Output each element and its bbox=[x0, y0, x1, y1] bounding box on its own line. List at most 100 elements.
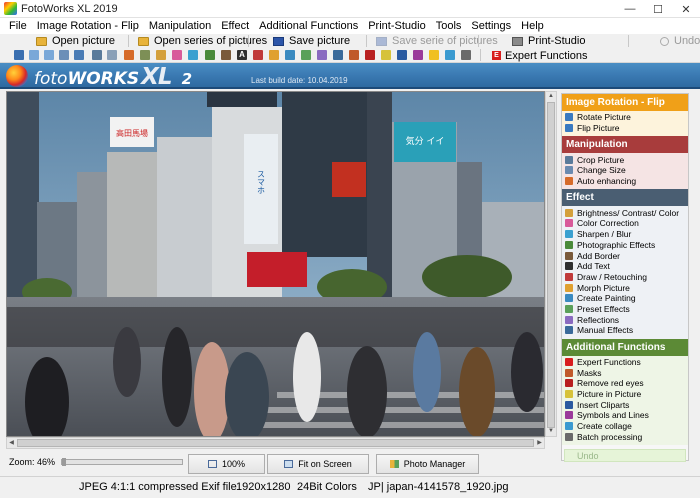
brightness-icon[interactable] bbox=[156, 50, 166, 60]
magic-wand-icon[interactable] bbox=[124, 50, 134, 60]
section-effect[interactable]: Effect bbox=[562, 189, 688, 207]
auto-enhancing-item[interactable]: Auto enhancing bbox=[562, 176, 688, 187]
menu-print-studio[interactable]: Print-Studio bbox=[363, 20, 430, 32]
open-picture-button[interactable]: Open picture bbox=[36, 34, 115, 48]
picture-in-picture-item[interactable]: Picture in Picture bbox=[562, 389, 688, 400]
preset-icon[interactable] bbox=[301, 50, 311, 60]
scroll-right-icon[interactable]: ▶ bbox=[535, 438, 544, 448]
menu-tools[interactable]: Tools bbox=[431, 20, 467, 32]
expert-functions-item[interactable]: Expert Functions bbox=[562, 357, 688, 368]
grid-icon[interactable] bbox=[74, 50, 84, 60]
save-series-button[interactable]: Save serie of pictures bbox=[376, 34, 498, 48]
manual-effects-item[interactable]: Manual Effects bbox=[562, 325, 688, 336]
morph-picture-item[interactable]: Morph Picture bbox=[562, 282, 688, 293]
mask-icon bbox=[565, 368, 573, 377]
clipart-icon[interactable] bbox=[397, 50, 407, 60]
scroll-down-icon[interactable]: ▼ bbox=[546, 427, 556, 436]
horizontal-scrollbar[interactable]: ◀ ▶ bbox=[6, 437, 545, 449]
app-icon bbox=[4, 2, 17, 15]
item-label: Color Correction bbox=[577, 218, 639, 229]
item-label: Masks bbox=[577, 367, 602, 378]
scroll-up-icon[interactable]: ▲ bbox=[546, 92, 556, 101]
menu-additional-functions[interactable]: Additional Functions bbox=[254, 20, 363, 32]
section-additional-functions[interactable]: Additional Functions bbox=[562, 338, 688, 356]
star-icon[interactable] bbox=[429, 50, 439, 60]
save-picture-button[interactable]: Save picture bbox=[273, 34, 350, 48]
vertical-scrollbar[interactable]: ▲ ▼ bbox=[545, 91, 557, 437]
add-border-item[interactable]: Add Border bbox=[562, 250, 688, 261]
symbols-lines-item[interactable]: Symbols and Lines bbox=[562, 410, 688, 421]
minimize-button[interactable]: — bbox=[616, 0, 644, 18]
remove-red-eyes-item[interactable]: Remove red eyes bbox=[562, 378, 688, 389]
vertical-scroll-thumb[interactable] bbox=[547, 102, 555, 428]
preset-icon bbox=[565, 304, 573, 313]
rotate-left-icon[interactable] bbox=[29, 50, 39, 60]
sharpen-icon bbox=[565, 230, 573, 239]
reflections-item[interactable]: Reflections bbox=[562, 314, 688, 325]
section-manipulation[interactable]: Manipulation bbox=[562, 136, 688, 154]
batch-icon[interactable] bbox=[461, 50, 471, 60]
section-image-rotation[interactable]: Image Rotation - Flip bbox=[562, 94, 688, 111]
picture-in-picture-icon[interactable] bbox=[381, 50, 391, 60]
title-bar: FotoWorks XL 2019 — ☐ ✕ bbox=[0, 0, 700, 18]
flip-picture-item[interactable]: Flip Picture bbox=[562, 123, 688, 134]
sharpen-icon[interactable] bbox=[188, 50, 198, 60]
photo-canvas[interactable]: 高田馬場 スマホ 気分 イイ bbox=[6, 91, 545, 437]
brightness-item[interactable]: Brightness/ Contrast/ Color bbox=[562, 207, 688, 218]
add-text-item[interactable]: Add Text bbox=[562, 261, 688, 272]
color-icon[interactable] bbox=[172, 50, 182, 60]
expert-functions-button[interactable]: E Expert Functions bbox=[492, 48, 588, 63]
border-icon[interactable] bbox=[221, 50, 231, 60]
preset-effects-item[interactable]: Preset Effects bbox=[562, 304, 688, 315]
create-painting-item[interactable]: Create Painting bbox=[562, 293, 688, 304]
masks-item[interactable]: Masks bbox=[562, 367, 688, 378]
photographic-effects-item[interactable]: Photographic Effects bbox=[562, 240, 688, 251]
mask-icon[interactable] bbox=[349, 50, 359, 60]
effects-icon[interactable] bbox=[205, 50, 215, 60]
insert-cliparts-item[interactable]: Insert Cliparts bbox=[562, 399, 688, 410]
red-eye-icon[interactable] bbox=[365, 50, 375, 60]
photo-manager-button[interactable]: Photo Manager bbox=[376, 454, 479, 474]
transform-icon[interactable] bbox=[140, 50, 150, 60]
crop-icon[interactable] bbox=[92, 50, 102, 60]
print-studio-button[interactable]: Print-Studio bbox=[512, 34, 585, 48]
sharpen-blur-item[interactable]: Sharpen / Blur bbox=[562, 229, 688, 240]
menu-manipulation[interactable]: Manipulation bbox=[144, 20, 216, 32]
menu-image-rotation[interactable]: Image Rotation - Flip bbox=[32, 20, 144, 32]
change-size-item[interactable]: Change Size bbox=[562, 165, 688, 176]
item-label: Remove red eyes bbox=[577, 378, 644, 389]
horizontal-scroll-thumb[interactable] bbox=[17, 439, 534, 447]
create-collage-item[interactable]: Create collage bbox=[562, 421, 688, 432]
crop-picture-item[interactable]: Crop Picture bbox=[562, 154, 688, 165]
menu-effect[interactable]: Effect bbox=[216, 20, 254, 32]
collage-icon[interactable] bbox=[445, 50, 455, 60]
zoom-100-button[interactable]: 100% bbox=[188, 454, 265, 474]
color-correction-item[interactable]: Color Correction bbox=[562, 218, 688, 229]
maximize-button[interactable]: ☐ bbox=[644, 0, 672, 18]
panel-undo-button[interactable]: Undo bbox=[564, 449, 686, 463]
reflection-icon[interactable] bbox=[317, 50, 327, 60]
scroll-left-icon[interactable]: ◀ bbox=[7, 438, 16, 448]
rotate-picture-item[interactable]: Rotate Picture bbox=[562, 112, 688, 123]
menu-settings[interactable]: Settings bbox=[466, 20, 516, 32]
painting-icon[interactable] bbox=[285, 50, 295, 60]
draw-icon[interactable] bbox=[253, 50, 263, 60]
text-icon[interactable]: A bbox=[237, 50, 247, 60]
resize-icon[interactable] bbox=[107, 50, 117, 60]
zoom-slider-knob[interactable] bbox=[62, 458, 66, 466]
batch-processing-item[interactable]: Batch processing bbox=[562, 432, 688, 443]
manual-effects-icon[interactable] bbox=[333, 50, 343, 60]
save-icon[interactable] bbox=[14, 50, 24, 60]
flip-icon[interactable] bbox=[59, 50, 69, 60]
rotate-right-icon[interactable] bbox=[44, 50, 54, 60]
morph-icon[interactable] bbox=[269, 50, 279, 60]
undo-toolbar-button[interactable]: Undo bbox=[660, 34, 700, 48]
draw-retouching-item[interactable]: Draw / Retouching bbox=[562, 272, 688, 283]
menu-file[interactable]: File bbox=[4, 20, 32, 32]
symbols-icon[interactable] bbox=[413, 50, 423, 60]
fit-on-screen-button[interactable]: Fit on Screen bbox=[267, 454, 369, 474]
close-button[interactable]: ✕ bbox=[672, 0, 700, 18]
menu-help[interactable]: Help bbox=[516, 20, 549, 32]
zoom-slider[interactable] bbox=[61, 458, 183, 466]
status-colors: 24Bit Colors bbox=[297, 481, 357, 493]
